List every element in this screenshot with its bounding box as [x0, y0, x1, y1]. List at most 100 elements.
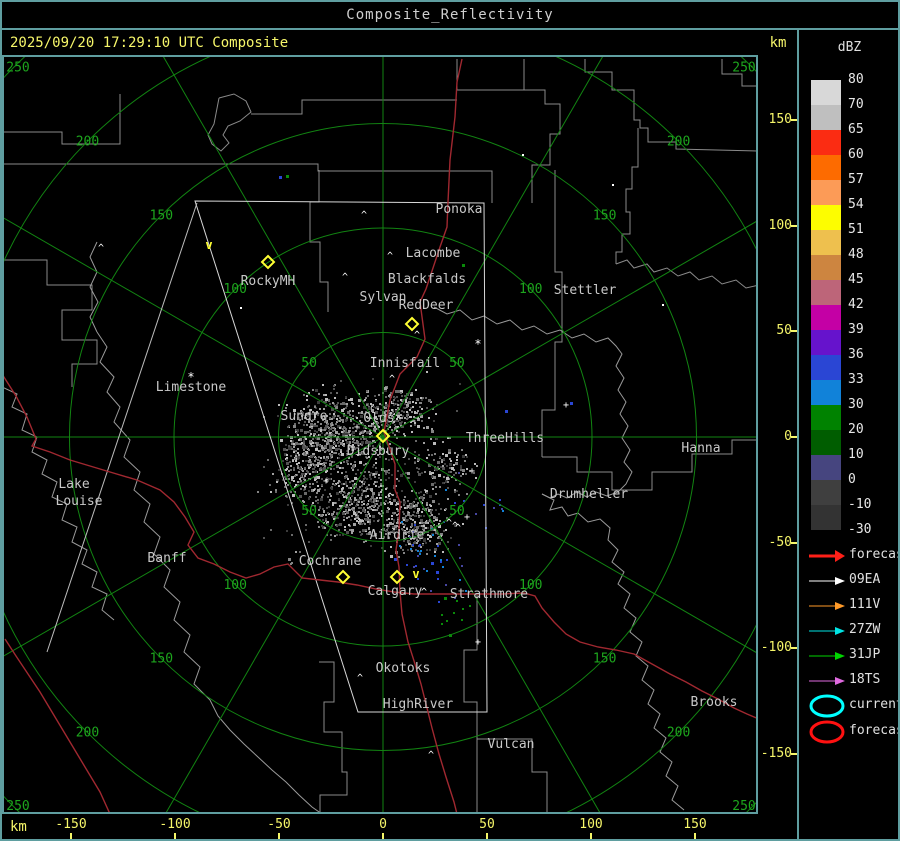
bottom-axis-tick-label: 50	[479, 817, 495, 832]
city-label-olds: Olds	[363, 411, 394, 426]
ring-distance-label: 150	[150, 208, 173, 223]
bottom-axis-tick	[486, 833, 488, 839]
city-label-rockymh: RockyMH	[241, 274, 296, 289]
scale-value-label: 42	[848, 297, 864, 312]
track-arrow-icon-27zw	[807, 623, 847, 642]
scale-swatch	[811, 255, 841, 280]
window-title: Composite_Reflectivity	[346, 7, 554, 23]
city-label-strathmore: Strathmore	[450, 587, 528, 602]
legend-label: current	[849, 697, 900, 712]
bottom-axis-tick	[694, 833, 696, 839]
town-marker: +	[475, 637, 481, 648]
ring-distance-label: 100	[519, 282, 542, 297]
town-marker: +	[323, 476, 329, 487]
ring-distance-label: 150	[593, 208, 616, 223]
right-axis-tick-label: 100	[768, 218, 792, 233]
scale-value-label: 20	[848, 422, 864, 437]
scale-value-label: -10	[848, 497, 872, 512]
town-dot	[662, 304, 664, 306]
city-label-stettler: Stettler	[554, 283, 617, 298]
scale-swatch	[811, 405, 841, 430]
scale-value-label: 48	[848, 247, 864, 262]
scale-value-label: 0	[848, 472, 856, 487]
scale-swatch	[811, 480, 841, 505]
city-label-drumheller: Drumheller	[550, 487, 628, 502]
scale-swatch	[811, 205, 841, 230]
ring-distance-label: 50	[449, 356, 465, 371]
town-marker: ^	[361, 210, 367, 221]
bottom-axis-tick	[278, 833, 280, 839]
right-axis: 150 100 50 0 -50 -100 -150	[758, 30, 798, 815]
city-label-airdrie: Airdrie	[370, 528, 425, 543]
town-marker: *	[474, 337, 481, 351]
city-label-blackfalds: Blackfalds	[388, 272, 466, 287]
scale-value-label: 80	[848, 72, 864, 87]
scale-value-label: 57	[848, 172, 864, 187]
city-label-brooks: Brooks	[691, 695, 738, 710]
scale-value-label: 39	[848, 322, 864, 337]
town-marker: ^	[342, 272, 348, 283]
town-marker: ^	[98, 243, 104, 254]
right-axis-tick-label: -150	[760, 746, 792, 761]
legend-label: forecast	[849, 723, 898, 738]
city-label-louise: Louise	[56, 494, 103, 509]
town-marker: +	[354, 422, 360, 433]
bottom-axis-tick	[590, 833, 592, 839]
radar-map[interactable]: 50 5050 50100 100100 100150 150150 150200 20020…	[2, 55, 758, 814]
scale-value-label: 60	[848, 147, 864, 162]
town-marker: +	[464, 512, 470, 523]
scale-value-label: 51	[848, 222, 864, 237]
town-dot	[240, 307, 242, 309]
ring-distance-label: 200	[76, 134, 99, 149]
ring-distance-label: 150	[593, 652, 616, 667]
track-arrow-icon-09ea	[807, 573, 847, 592]
town-marker: ^	[452, 521, 458, 532]
legend-label: 31JP	[849, 647, 881, 662]
ring-distance-label: 200	[667, 726, 690, 741]
city-label-innisfail: Innisfail	[370, 356, 440, 371]
city-label-banff: Banff	[147, 551, 186, 566]
scale-value-label: 54	[848, 197, 864, 212]
scale-swatch	[811, 280, 841, 305]
city-label-didsbury: Didsbury	[347, 444, 410, 459]
scale-value-label: -30	[848, 522, 872, 537]
bottom-axis-tick	[174, 833, 176, 839]
ring-distance-label: 100	[223, 578, 246, 593]
town-marker: +	[563, 400, 569, 411]
scale-swatch	[811, 505, 841, 530]
legend-label: 09EA	[849, 572, 881, 587]
ring-distance-label: 200	[76, 726, 99, 741]
ring-distance-label: 50	[449, 504, 465, 519]
ring-distance-label: 150	[150, 652, 173, 667]
bottom-axis-tick-label: -100	[159, 817, 191, 832]
town-marker: ^	[387, 492, 393, 503]
storm-vector-icon: v	[205, 238, 212, 252]
track-arrow-icon-111v	[807, 598, 847, 617]
city-label-vulcan: Vulcan	[488, 737, 535, 752]
scale-value-label: 70	[848, 97, 864, 112]
town-marker: ^	[414, 330, 420, 341]
scale-swatch	[811, 230, 841, 255]
storm-vector-icon: v	[412, 567, 419, 581]
town-dot	[612, 184, 614, 186]
scale-value-label: 33	[848, 372, 864, 387]
scale-swatch	[811, 180, 841, 205]
city-label-lacombe: Lacombe	[406, 246, 461, 261]
town-marker: ^	[357, 673, 363, 684]
scale-value-label: 10	[848, 447, 864, 462]
legend-label: 111V	[849, 597, 881, 612]
legend-label: 18TS	[849, 672, 881, 687]
ring-distance-label: 250	[732, 61, 755, 76]
scale-swatch	[811, 355, 841, 380]
city-label-threehills: ThreeHills	[466, 431, 544, 446]
ring-distance-label: 50	[301, 504, 317, 519]
bottom-axis-tick-label: -150	[55, 817, 87, 832]
scale-swatch	[811, 155, 841, 180]
forecast-arrow-icon	[807, 548, 847, 567]
bottom-axis-tick-label: 150	[683, 817, 707, 832]
bottom-axis-tick	[70, 833, 72, 839]
town-dot	[522, 154, 524, 156]
legend-label: forecast	[849, 547, 898, 562]
city-label-cochrane: Cochrane	[299, 554, 362, 569]
bottom-axis-tick-label: 100	[579, 817, 603, 832]
